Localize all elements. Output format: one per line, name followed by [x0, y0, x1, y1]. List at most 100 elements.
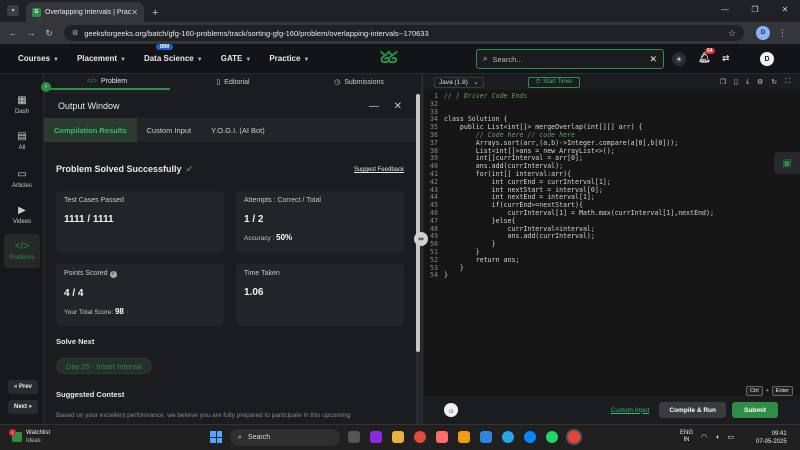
tab-submissions[interactable]: ◷ Submissions — [296, 74, 422, 90]
windows-start-icon[interactable] — [210, 431, 222, 443]
taskbar-clock[interactable]: 09:41 07-05-2025 — [756, 430, 787, 446]
tab-editorial[interactable]: ▯ Editorial — [170, 74, 296, 90]
user-avatar[interactable]: D — [760, 52, 774, 66]
chrome-icon[interactable] — [414, 431, 426, 443]
pane-splitter[interactable] — [421, 74, 423, 424]
sidebar-item-all[interactable]: ▤ All — [4, 124, 40, 158]
tab-search-icon[interactable]: ▾ — [7, 5, 19, 16]
edge-icon[interactable] — [524, 431, 536, 443]
gfg-favicon-icon: G — [32, 7, 41, 17]
submit-button[interactable]: Submit — [731, 402, 778, 418]
chrome-active-icon[interactable] — [568, 431, 580, 443]
close-panel-icon[interactable]: ✕ — [394, 101, 402, 112]
settings-icon[interactable]: ⚙ — [757, 78, 763, 86]
solve-next-chip[interactable]: Day 25 - Insert Interval — [56, 358, 152, 374]
file-explorer-icon[interactable] — [392, 431, 404, 443]
taskbar-search-input[interactable]: ⌕ Search — [230, 429, 340, 446]
points-card: Points Scored i 4 / 4 Your Total Score: 9… — [56, 264, 224, 326]
browser-tab-active[interactable]: G Overlapping Intervals | Practice ✕ — [26, 2, 144, 22]
theme-toggle-icon[interactable]: ☀ — [672, 52, 686, 66]
app-icon[interactable] — [458, 431, 470, 443]
sidebar-item-problems[interactable]: </> Problems — [4, 234, 40, 268]
sidebar-item-videos[interactable]: ▶ Videos — [4, 198, 40, 232]
file-icon[interactable]: ▯ — [734, 78, 738, 86]
reload-icon[interactable]: ↻ — [40, 28, 58, 39]
prev-button[interactable]: « Prev — [8, 380, 38, 394]
download-icon[interactable]: ⤓ — [746, 78, 749, 86]
telegram-icon[interactable] — [502, 431, 514, 443]
attempts-card: Attempts : Correct / Total 1 / 2 Accurac… — [236, 191, 404, 253]
next-button[interactable]: Next » — [8, 400, 38, 414]
tab-close-icon[interactable]: ✕ — [131, 8, 138, 17]
code-editor[interactable]: 1// } Driver Code Ends 32 33 34 class Soluti… — [424, 90, 800, 396]
site-info-icon[interactable]: ⚙ — [72, 29, 78, 37]
language-select[interactable]: Java (1.8) ⌄ — [434, 76, 484, 88]
bookmark-star-icon[interactable]: ☆ — [728, 28, 736, 39]
nav-courses[interactable]: Courses ▼ — [18, 54, 59, 63]
window-close-icon[interactable]: ✕ — [770, 0, 800, 22]
accuracy-value: 50% — [276, 233, 293, 242]
nav-placement[interactable]: Placement ▼ — [77, 54, 126, 63]
chevron-down-icon: ⌄ — [473, 79, 479, 86]
sidebar-item-label: Videos — [12, 219, 32, 225]
volume-icon[interactable]: ◖ — [715, 434, 719, 441]
video-icon: ▶ — [18, 205, 26, 216]
editor-toolbar: Java (1.8) ⌄ ⏱︎ Start Timer ❐ ▯ ⤓ ⚙ ↻ ⛶ — [424, 74, 800, 90]
copy-icon[interactable]: ❐ — [720, 78, 726, 86]
tab-problem[interactable]: </> Problem — [44, 74, 170, 90]
whatsapp-icon[interactable] — [546, 431, 558, 443]
chevron-down-icon: ▼ — [53, 57, 59, 63]
widgets-button[interactable]: 1 Watchlist Ideas — [9, 429, 50, 445]
clock-time: 09:41 — [771, 431, 787, 437]
custom-input-link[interactable]: Custom Input — [611, 407, 650, 414]
notification-bell-icon[interactable]: 🔔︎ — [698, 53, 711, 64]
forward-icon[interactable]: → — [22, 28, 40, 38]
reset-icon[interactable]: ↻ — [771, 78, 777, 86]
output-window-header: Output Window — ✕ — [44, 94, 416, 118]
nav-gate[interactable]: GATE ▼ — [221, 54, 252, 63]
output-scrollbar-thumb[interactable] — [416, 94, 420, 352]
translate-icon[interactable]: ⇄ — [722, 53, 730, 64]
arrow-up-icon: ↑ — [125, 309, 129, 316]
browser-tab-bar: ▾ G Overlapping Intervals | Practice ✕ +… — [0, 0, 800, 22]
chevron-down-icon: ▼ — [245, 57, 252, 63]
minimize-panel-icon[interactable]: — — [369, 101, 379, 112]
task-view-icon[interactable] — [348, 431, 360, 443]
browser-profile-avatar[interactable]: D — [756, 26, 770, 40]
tab-custom-input[interactable]: Custom Input — [137, 118, 202, 142]
tab-yogi-ai-bot[interactable]: Y.O.G.I. (AI Bot) — [201, 118, 275, 142]
language-indicator[interactable]: ENG IN — [680, 430, 693, 444]
mail-icon[interactable] — [480, 431, 492, 443]
nav-practice[interactable]: Practice ▼ — [269, 54, 309, 63]
tab-compilation-results[interactable]: Compilation Results — [44, 118, 137, 142]
chat-bubble-icon[interactable]: ▣ — [774, 152, 800, 174]
url-input[interactable]: ⚙ geeksforgeeks.org/batch/gfg-160-proble… — [64, 25, 744, 41]
nav-data-science[interactable]: IBM Data Science ▼ — [144, 44, 203, 63]
battery-icon[interactable]: ▭ — [727, 433, 734, 441]
app-icon[interactable] — [436, 431, 448, 443]
compile-run-button[interactable]: Compile & Run — [659, 402, 726, 418]
app-icon[interactable] — [370, 431, 382, 443]
wifi-icon[interactable]: ◠ — [701, 433, 707, 441]
browser-menu-icon[interactable]: ⋮ — [778, 28, 787, 39]
sidebar-item-articles[interactable]: ▭ Articles — [4, 162, 40, 196]
sidebar-item-dash[interactable]: ▦ Dash — [4, 88, 40, 122]
suggest-feedback-link[interactable]: Suggest Feedback — [354, 167, 404, 173]
address-bar-row: ← → ↻ ⚙ geeksforgeeks.org/batch/gfg-160-… — [0, 22, 800, 44]
back-icon[interactable]: ← — [4, 28, 22, 38]
expand-panel-icon[interactable]: › — [41, 82, 51, 92]
fullscreen-icon[interactable]: ⛶ — [785, 78, 790, 86]
gfg-logo-icon[interactable]: ᘜᘜ — [380, 50, 398, 68]
maximize-icon[interactable]: ❐ — [740, 0, 770, 22]
resize-handle-icon[interactable]: ⇹ — [414, 232, 428, 246]
lightbulb-icon[interactable]: ☼ — [444, 403, 458, 417]
problem-tabs: </> Problem ▯ Editorial ◷ Submissions — [44, 74, 422, 90]
search-clear-icon[interactable]: ✕ — [649, 54, 657, 65]
minimize-icon[interactable]: — — [710, 0, 740, 22]
sidebar-item-label: Articles — [12, 183, 32, 189]
info-icon[interactable]: i — [109, 271, 117, 278]
site-search-input[interactable]: ⌕ Search... ✕ — [476, 49, 664, 69]
new-tab-icon[interactable]: + — [152, 7, 158, 19]
dashboard-icon: ▦ — [17, 95, 27, 106]
start-timer-button[interactable]: ⏱︎ Start Timer — [528, 76, 580, 88]
